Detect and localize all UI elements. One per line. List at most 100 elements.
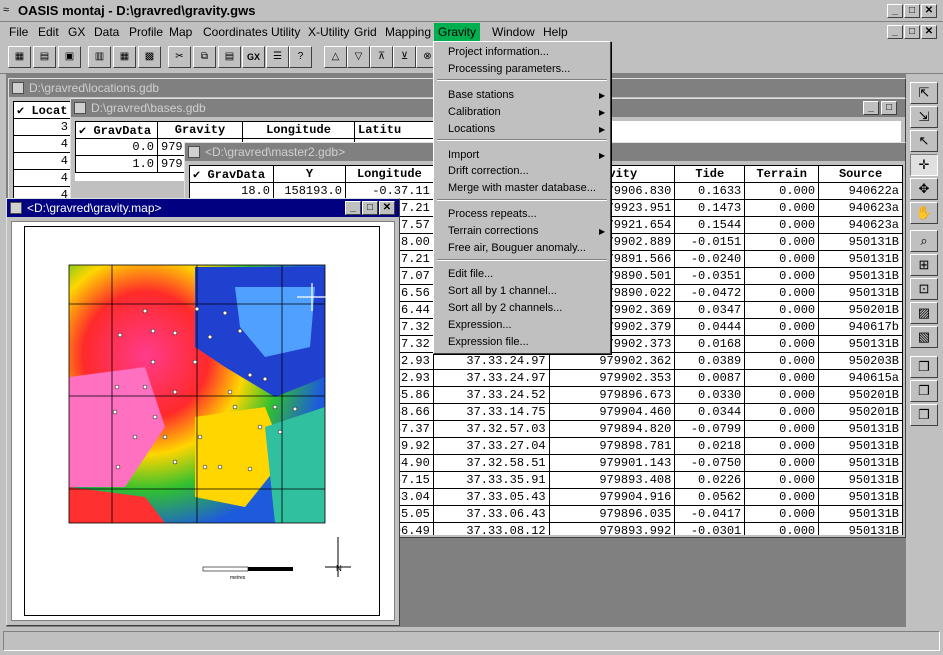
table-cell[interactable]: 0.000	[744, 250, 820, 268]
master-header-source[interactable]: Source	[818, 165, 903, 183]
table-cell[interactable]: 37.33.27.04	[432, 437, 550, 455]
pan-hand-icon[interactable]: ✋	[910, 202, 938, 224]
help-pointer-icon[interactable]: ?	[289, 46, 312, 68]
table-cell[interactable]: 37.33.06.43	[432, 505, 550, 523]
table-cell[interactable]: 979893.408	[548, 471, 676, 489]
table-cell[interactable]: 0.000	[744, 437, 820, 455]
table-cell[interactable]: 37.32.58.51	[432, 454, 550, 472]
table-cell[interactable]: 950201B	[818, 403, 903, 421]
table-cell[interactable]: 0.0344	[674, 403, 746, 421]
gravity-menu-item-12[interactable]: Sort all by 1 channel...	[448, 285, 557, 297]
table-cell[interactable]: 950203B	[818, 352, 903, 370]
map-canvas[interactable]: metres N	[11, 221, 395, 621]
table-cell[interactable]: 0.000	[744, 386, 820, 404]
table-cell[interactable]: 158193.0	[272, 182, 346, 200]
table-cell[interactable]: 0.000	[744, 454, 820, 472]
triangle-line-icon[interactable]: ⊼	[370, 46, 393, 68]
menu-data[interactable]: Data	[94, 25, 119, 39]
zoom-extent-icon[interactable]: ⊡	[910, 278, 938, 300]
map-icon[interactable]: ▩	[138, 46, 161, 68]
list-icon[interactable]: ☰	[266, 46, 289, 68]
zoom-box-icon[interactable]: ⊞	[910, 254, 938, 276]
table-cell[interactable]: 1.0	[75, 155, 158, 173]
gravity-menu-item-13[interactable]: Sort all by 2 channels...	[448, 302, 562, 314]
gravity-menu-item-8[interactable]: Process repeats...	[448, 208, 537, 220]
table-cell[interactable]: -0.0417	[674, 505, 746, 523]
table-cell[interactable]: -0.0301	[674, 522, 746, 535]
table-cell[interactable]: -0.0750	[674, 454, 746, 472]
bases-header-gravdata[interactable]: ✔ GravData	[75, 121, 158, 139]
gravity-menu-item-9[interactable]: Terrain corrections ▶	[448, 225, 605, 237]
table-cell[interactable]: 0.0087	[674, 369, 746, 387]
grid-icon[interactable]: ▦	[113, 46, 136, 68]
gravity-menu-item-10[interactable]: Free air, Bouguer anomaly...	[448, 242, 586, 254]
table-cell[interactable]: 0.0347	[674, 301, 746, 319]
table-cell[interactable]: 950131B	[818, 267, 903, 285]
table-cell[interactable]: 0.000	[744, 369, 820, 387]
table-cell[interactable]: 950131B	[818, 420, 903, 438]
table-cell[interactable]: 0.000	[744, 471, 820, 489]
print-icon[interactable]: ▥	[88, 46, 111, 68]
table-cell[interactable]: 37.33.14.75	[432, 403, 550, 421]
master-header-longitude[interactable]: Longitude	[344, 165, 434, 183]
menu-mapping[interactable]: Mapping	[385, 25, 431, 39]
table-cell[interactable]: 0.000	[744, 216, 820, 234]
table-cell[interactable]: 4	[13, 169, 72, 187]
minimize-button[interactable]: _	[887, 4, 903, 18]
table-cell[interactable]: 940623a	[818, 216, 903, 234]
stack-2-icon[interactable]: ❐	[910, 380, 938, 402]
gravity-menu-item-2[interactable]: Base stations ▶	[448, 89, 605, 101]
bases-header-longitude[interactable]: Longitude	[242, 121, 355, 139]
master-header-gravdata[interactable]: ✔ GravData	[189, 165, 274, 183]
table-cell[interactable]: 950131B	[818, 284, 903, 302]
digitize-icon[interactable]: ⇱	[910, 82, 938, 104]
table-cell[interactable]: 37.33.24.97	[432, 369, 550, 387]
gravity-menu-item-4[interactable]: Locations ▶	[448, 123, 605, 135]
table-cell[interactable]: 0.000	[744, 522, 820, 535]
bases-maximize-button[interactable]: □	[881, 101, 897, 115]
arrow-icon[interactable]: ↖	[910, 130, 938, 152]
table-cell[interactable]: 0.000	[744, 505, 820, 523]
doc-minimize-button[interactable]: _	[887, 25, 903, 39]
map-maximize-button[interactable]: □	[362, 201, 378, 215]
map-close-button[interactable]: ✕	[379, 201, 395, 215]
table-cell[interactable]: 979902.362	[548, 352, 676, 370]
table-cell[interactable]: 979904.460	[548, 403, 676, 421]
table-cell[interactable]: 37.33.05.43	[432, 488, 550, 506]
table-cell[interactable]: 0.000	[744, 267, 820, 285]
table-cell[interactable]: -0.0472	[674, 284, 746, 302]
table-cell[interactable]: 950201B	[818, 386, 903, 404]
table-cell[interactable]: 0.0562	[674, 488, 746, 506]
bases-header-gravity[interactable]: Gravity	[157, 121, 243, 139]
gravity-map-image[interactable]: metres N	[25, 227, 379, 615]
table-cell[interactable]: -0.0799	[674, 420, 746, 438]
gravity-menu-item-14[interactable]: Expression...	[448, 319, 512, 331]
table-cell[interactable]: 37.33.08.12	[432, 522, 550, 535]
table-cell[interactable]: 0.000	[744, 199, 820, 217]
close-button[interactable]: ✕	[921, 4, 937, 18]
table-cell[interactable]: 0.0218	[674, 437, 746, 455]
menu-coordinates[interactable]: Coordinates	[203, 25, 268, 39]
table-cell[interactable]: 0.1544	[674, 216, 746, 234]
table-cell[interactable]: 0.000	[744, 182, 820, 200]
table-cell[interactable]: 950131B	[818, 505, 903, 523]
locations-header[interactable]: ✔ Locat	[13, 101, 72, 119]
master-header-terrain[interactable]: Terrain	[744, 165, 820, 183]
table-cell[interactable]: 0.0444	[674, 318, 746, 336]
table-cell[interactable]: 0.0	[75, 138, 158, 156]
table-cell[interactable]: 0.0168	[674, 335, 746, 353]
table-cell[interactable]: 979894.820	[548, 420, 676, 438]
table-cell[interactable]: 0.000	[744, 233, 820, 251]
maximize-button[interactable]: □	[904, 4, 920, 18]
doc-restore-button[interactable]: □	[904, 25, 920, 39]
table-cell[interactable]: 950131B	[818, 471, 903, 489]
table-cell[interactable]: 37.33.24.52	[432, 386, 550, 404]
layer-icon[interactable]: ▧	[910, 326, 938, 348]
gravity-menu-item-15[interactable]: Expression file...	[448, 336, 529, 348]
table-cell[interactable]: 0.1633	[674, 182, 746, 200]
table-cell[interactable]: 950131B	[818, 454, 903, 472]
table-cell[interactable]: 37.33.24.97	[432, 352, 550, 370]
table-cell[interactable]: 940615a	[818, 369, 903, 387]
table-cell[interactable]: -0.0351	[674, 267, 746, 285]
menu-window[interactable]: Window	[492, 25, 535, 39]
